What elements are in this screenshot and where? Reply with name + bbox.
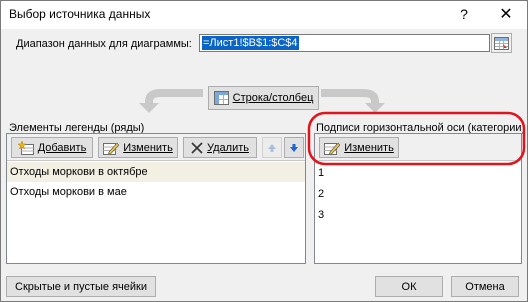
category-item[interactable]: 2 xyxy=(318,184,324,204)
axis-labels-toolbar: Изменить xyxy=(315,134,521,161)
move-down-icon xyxy=(290,143,298,152)
axis-labels-panel: Изменить 1 2 3 xyxy=(314,133,522,264)
chart-range-label: Диапазон данных для диаграммы: xyxy=(16,38,192,50)
edit-icon xyxy=(103,141,120,155)
ok-label: ОК xyxy=(401,280,417,293)
edit-series-label: Изменить xyxy=(123,141,173,154)
switch-row-column-label: Строка/столбец xyxy=(232,92,314,104)
close-button[interactable]: ✕ xyxy=(491,3,521,25)
collapse-range-icon xyxy=(494,36,509,50)
edit-axis-labels-button[interactable]: Изменить xyxy=(319,137,399,158)
help-button[interactable]: ? xyxy=(449,3,479,25)
switch-row-column-button[interactable]: Строка/столбец xyxy=(208,86,319,110)
delete-series-button[interactable]: Удалить xyxy=(183,137,257,158)
cancel-label: Отмена xyxy=(465,280,505,293)
switch-row-column-icon xyxy=(213,91,229,105)
dialog-title: Выбор источника данных xyxy=(9,7,151,21)
delete-x-icon xyxy=(191,141,203,154)
hidden-empty-cells-button[interactable]: Скрытые и пустые ячейки xyxy=(6,276,156,297)
close-icon: ✕ xyxy=(499,6,513,23)
add-series-label: Добавить xyxy=(37,141,87,154)
ok-button[interactable]: ОК xyxy=(375,276,443,297)
move-down-button[interactable] xyxy=(284,137,304,158)
edit-axis-labels-label: Изменить xyxy=(344,141,394,154)
move-up-button[interactable] xyxy=(262,137,282,158)
collapse-range-button[interactable] xyxy=(491,33,512,53)
select-data-source-dialog: Выбор источника данных ? ✕ Диапазон данн… xyxy=(0,0,528,302)
help-icon: ? xyxy=(460,6,468,22)
add-series-icon xyxy=(17,140,34,155)
legend-series-item[interactable]: Отходы моркови в октябре xyxy=(7,162,305,182)
hidden-empty-cells-label: Скрытые и пустые ячейки xyxy=(15,280,147,293)
add-series-button[interactable]: Добавить xyxy=(11,137,93,158)
category-item[interactable]: 1 xyxy=(318,163,324,183)
chart-range-value: =Лист1!$B$1:$C$4 xyxy=(202,36,299,50)
legend-series-panel: Добавить Изменить Удалить Отходы моркови… xyxy=(6,133,306,264)
cancel-button[interactable]: Отмена xyxy=(451,276,519,297)
legend-toolbar: Добавить Изменить Удалить xyxy=(7,134,305,161)
title-bar: Выбор источника данных ? ✕ xyxy=(1,1,527,29)
category-item[interactable]: 3 xyxy=(318,205,324,225)
edit-series-button[interactable]: Изменить xyxy=(98,137,178,158)
legend-series-item[interactable]: Отходы моркови в мае xyxy=(7,182,305,202)
delete-series-label: Удалить xyxy=(207,141,249,154)
chart-range-input[interactable]: =Лист1!$B$1:$C$4 xyxy=(199,34,490,52)
edit-icon xyxy=(324,141,341,155)
move-up-icon xyxy=(268,143,276,152)
